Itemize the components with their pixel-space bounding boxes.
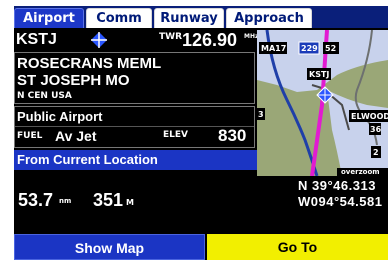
fuel-value: Av Jet — [55, 128, 97, 144]
map-label-kstj: KSTJ — [309, 70, 330, 79]
map-overzoom-label: overzoom — [341, 168, 380, 176]
facility-name-block: ROSECRANS MEML ST JOSEPH MO N CEN USA — [14, 52, 255, 104]
tab-airport[interactable]: Airport — [14, 8, 84, 28]
distance-value: 53.7 — [18, 190, 54, 210]
location-header-label: From Current Location — [17, 152, 158, 167]
airport-identifier: KSTJ — [16, 31, 57, 48]
show-map-button[interactable]: Show Map — [14, 234, 205, 260]
tab-bar: Airport Comm Runway Approach — [14, 6, 388, 28]
map-label-2: 2 — [373, 148, 379, 157]
airport-type: Public Airport — [17, 109, 103, 124]
go-to-button[interactable]: Go To — [207, 234, 388, 260]
map-label-229: 229 — [301, 44, 318, 53]
map-label-elwood: ELWOOD — [351, 112, 388, 121]
tab-comm[interactable]: Comm — [86, 8, 152, 28]
tab-runway[interactable]: Runway — [154, 8, 224, 28]
tower-label: TWR — [159, 32, 182, 42]
facility-name-line1: ROSECRANS MEML — [17, 55, 162, 72]
airport-id-row: KSTJ TWR 126.90 MHz — [14, 30, 259, 50]
airport-symbol-icon — [91, 32, 107, 48]
fuel-label: FUEL — [17, 131, 43, 141]
map-panel[interactable]: MA17 229 52 KSTJ ELWOOD 36 3 2 overzoom — [257, 30, 388, 176]
tower-frequency: 126.90 — [182, 30, 238, 50]
facility-name-line2: ST JOSEPH MO — [17, 72, 130, 89]
frequency-unit: MHz — [244, 33, 259, 40]
location-data-row: 53.7 nm 351 M N 39°46.313 W094°54.581 — [14, 172, 388, 232]
elev-value: 830 — [218, 126, 247, 145]
bearing-value: 351 — [93, 190, 124, 210]
elev-label: ELEV — [163, 130, 188, 140]
map-label-ma17: MA17 — [261, 44, 287, 53]
bearing-unit: M — [126, 198, 134, 207]
facility-region: N CEN USA — [17, 91, 72, 101]
map-label-52: 52 — [325, 44, 337, 53]
map-label-3: 3 — [258, 110, 264, 119]
tab-approach[interactable]: Approach — [226, 8, 312, 28]
map-label-36: 36 — [370, 125, 382, 134]
distance-unit: nm — [59, 197, 72, 205]
longitude: W094°54.581 — [298, 194, 383, 209]
gps-screen: Airport Comm Runway Approach KSTJ TWR 12… — [14, 6, 388, 260]
airport-info-block: Public Airport FUEL Av Jet ELEV 830 — [14, 106, 255, 148]
latitude: N 39°46.313 — [298, 178, 376, 193]
